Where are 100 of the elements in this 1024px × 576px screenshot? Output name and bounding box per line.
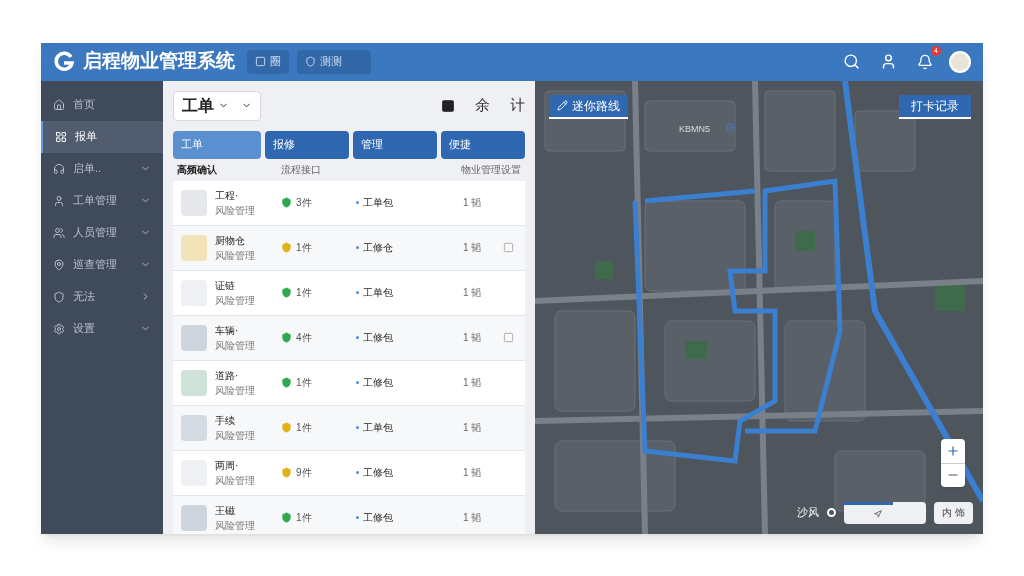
toolbar-label[interactable]: 余 [475, 94, 490, 117]
item-subtitle: 风险管理 [215, 338, 256, 353]
item-tag: 1 韬 [463, 465, 503, 480]
list-row[interactable]: 厨物仓 风险管理 1件 工修仓 1 韬 [173, 225, 525, 271]
distance-label: 沙风 [797, 505, 819, 521]
thumbnail [181, 369, 207, 396]
header-chip[interactable]: 测测 [297, 49, 371, 74]
item-subtitle: 风险管理 [215, 518, 256, 533]
list-row[interactable]: 手续 风险管理 1件 工单包 1 韬 [173, 405, 525, 451]
thumbnail [181, 504, 207, 531]
item-status: 工修包 [363, 511, 394, 525]
item-tag: 1 韬 [463, 420, 503, 435]
tab[interactable]: 报修 [265, 130, 349, 159]
tab[interactable]: 工单 [173, 130, 261, 159]
thumbnail [181, 234, 207, 261]
list-row[interactable]: 王磁 风险管理 1件 工修包 1 韬 [173, 495, 525, 534]
list-row[interactable]: 证链 风险管理 1件 工单包 1 韬 [173, 270, 525, 316]
item-status: 工修包 [363, 376, 394, 390]
list-row[interactable]: 车辆· 风险管理 4件 工修包 1 韬 [173, 315, 525, 361]
toolbar-label[interactable]: 计 [510, 94, 525, 117]
column-header: 高频确认 [177, 163, 218, 177]
location-icon [827, 508, 836, 517]
sidebar-label: 首页 [73, 97, 96, 113]
sidebar-item[interactable]: 无法 [41, 280, 163, 313]
item-subtitle: 风险管理 [215, 293, 256, 308]
sidebar-item[interactable]: 工单管理 [41, 184, 163, 217]
item-tag: 1 韬 [463, 375, 503, 390]
thumbnail [181, 414, 207, 441]
item-status: 工修仓 [363, 241, 394, 255]
map-pin-icon [725, 122, 736, 134]
record-button[interactable]: 打卡记录 [899, 94, 971, 119]
item-name: 两周· [215, 458, 240, 473]
item-name: 证链 [215, 278, 236, 293]
item-name: 手续 [215, 413, 236, 428]
item-tag: 1 韬 [463, 285, 503, 300]
item-subtitle: 风险管理 [215, 473, 256, 488]
menu-icon [53, 194, 65, 207]
sidebar-label: 人员管理 [73, 225, 118, 241]
route-button[interactable]: 迷你路线 [549, 94, 628, 119]
item-tag: 1 韬 [463, 330, 503, 345]
item-count: 1件 [296, 376, 313, 390]
item-count: 4件 [296, 331, 313, 345]
logo-icon [53, 50, 75, 73]
bottom-button[interactable]: 内 饰 [934, 501, 973, 524]
sidebar-label: 无法 [73, 289, 96, 305]
menu-icon [53, 98, 65, 111]
item-name: 工程· [215, 188, 240, 203]
list-row[interactable]: 工程· 风险管理 3件 工单包 1 韬 [173, 180, 525, 226]
item-subtitle: 风险管理 [215, 248, 256, 263]
map-label: KBMN5 [679, 122, 710, 136]
item-name: 车辆· [215, 323, 240, 338]
search-icon[interactable] [843, 53, 860, 70]
notification-icon[interactable] [917, 53, 933, 70]
sidebar-item[interactable]: 巡查管理 [41, 248, 163, 281]
app-title: 启程物业管理系统 [83, 49, 235, 74]
item-count: 9件 [296, 466, 313, 480]
menu-icon [53, 290, 65, 303]
item-count: 1件 [296, 421, 313, 435]
thumbnail [181, 324, 207, 351]
menu-icon [53, 258, 65, 271]
item-count: 3件 [296, 196, 313, 210]
item-status: 工修包 [363, 466, 394, 480]
column-header: 流程接口 [281, 163, 322, 177]
item-subtitle: 风险管理 [215, 428, 256, 443]
item-status: 工单包 [363, 196, 394, 210]
item-tag: 1 韬 [463, 195, 503, 210]
item-name: 厨物仓 [215, 233, 246, 248]
tab[interactable]: 便捷 [441, 130, 525, 159]
avatar[interactable] [949, 50, 971, 73]
item-subtitle: 风险管理 [215, 203, 256, 218]
list-row[interactable]: 道路· 风险管理 1件 工修包 1 韬 [173, 360, 525, 406]
sidebar-label: 设置 [73, 321, 96, 337]
item-count: 1件 [296, 286, 313, 300]
type-dropdown[interactable]: 工单 [173, 90, 261, 121]
sidebar-item[interactable]: 设置 [41, 312, 163, 345]
item-name: 道路· [215, 368, 240, 383]
column-header: 物业管理设置 [461, 163, 521, 177]
tab[interactable]: 管理 [353, 130, 437, 159]
sidebar-item[interactable]: 报单 [41, 120, 163, 153]
sidebar-label: 巡查管理 [73, 257, 118, 273]
item-tag: 1 韬 [463, 510, 503, 525]
item-count: 1件 [296, 511, 313, 525]
pencil-icon [557, 100, 568, 111]
item-count: 1件 [296, 241, 313, 255]
item-tag: 1 韬 [463, 240, 503, 255]
menu-icon [53, 226, 65, 239]
sidebar-label: 工单管理 [73, 193, 118, 209]
sidebar-item[interactable]: 首页 [41, 88, 163, 121]
item-status: 工单包 [363, 421, 394, 435]
thumbnail [181, 189, 207, 216]
menu-icon [53, 322, 65, 335]
sidebar-item[interactable]: 人员管理 [41, 216, 163, 249]
sidebar-item[interactable]: 启单.. [41, 152, 163, 185]
cursor-icon [874, 509, 882, 518]
header-chip[interactable]: 圈 [247, 49, 289, 74]
plus-icon [946, 443, 960, 458]
sidebar-label: 启单.. [73, 161, 103, 177]
item-name: 王磁 [215, 503, 236, 518]
item-status: 工修包 [363, 331, 394, 345]
list-row[interactable]: 两周· 风险管理 9件 工修包 1 韬 [173, 450, 525, 496]
